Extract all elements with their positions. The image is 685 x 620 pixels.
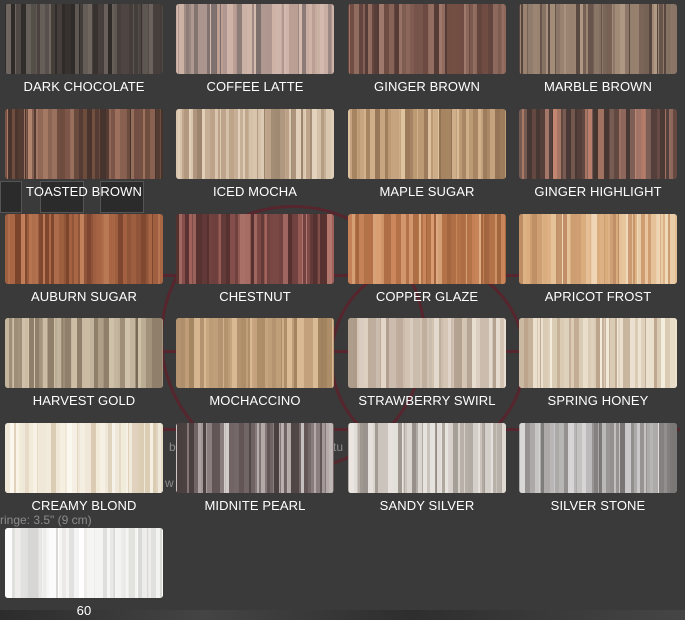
swatch-tile[interactable]: CHESTNUT — [176, 214, 334, 304]
swatch-label: 60 — [76, 603, 92, 618]
hair-strand-texture — [348, 214, 506, 284]
swatch-tile[interactable]: MOCHACCINO — [176, 318, 334, 408]
hair-strand-texture — [348, 109, 506, 179]
hair-color-swatch-image[interactable] — [348, 318, 506, 388]
swatch-label: HARVEST GOLD — [32, 393, 136, 408]
hair-color-swatch-image[interactable] — [348, 214, 506, 284]
color-swatch-page: b tu w ringe: 3.5" (9 cm) DARK CHOCOLATE… — [0, 0, 685, 620]
swatch-label: MOCHACCINO — [209, 393, 301, 408]
swatch-label: GINGER BROWN — [374, 79, 480, 94]
hair-strand-texture — [348, 423, 506, 493]
hair-strand-texture — [519, 4, 677, 74]
hair-color-swatch-image[interactable] — [519, 214, 677, 284]
hair-strand-texture — [519, 109, 677, 179]
hair-color-swatch-image[interactable] — [5, 423, 163, 493]
hair-strand-texture — [176, 4, 334, 74]
swatch-label: MARBLE BROWN — [543, 79, 653, 94]
hair-color-swatch-image[interactable] — [519, 109, 677, 179]
background-text-fragment: b — [169, 440, 176, 454]
hair-strand-texture — [176, 423, 334, 493]
swatch-tile[interactable]: CREAMY BLOND — [5, 423, 163, 513]
hair-color-swatch-image[interactable] — [348, 4, 506, 74]
swatch-label: SPRING HONEY — [547, 393, 649, 408]
swatch-label: SANDY SILVER — [379, 498, 475, 513]
hair-color-swatch-image[interactable] — [176, 318, 334, 388]
hair-strand-texture — [5, 214, 163, 284]
hair-color-swatch-image[interactable] — [176, 214, 334, 284]
swatch-label: CHESTNUT — [219, 289, 291, 304]
swatch-label: STRAWBERRY SWIRL — [358, 393, 496, 408]
swatch-tile[interactable]: MARBLE BROWN — [519, 4, 677, 94]
hair-strand-texture — [176, 214, 334, 284]
swatch-label: COFFEE LATTE — [206, 79, 304, 94]
swatch-label: AUBURN SUGAR — [31, 289, 137, 304]
hair-color-swatch-image[interactable] — [5, 318, 163, 388]
hair-color-swatch-image[interactable] — [519, 4, 677, 74]
hair-strand-texture — [5, 4, 163, 74]
swatch-tile[interactable]: AUBURN SUGAR — [5, 214, 163, 304]
swatch-label: ICED MOCHA — [212, 184, 298, 199]
hair-strand-texture — [5, 423, 163, 493]
swatch-label: COPPER GLAZE — [375, 289, 479, 304]
hair-color-swatch-image[interactable] — [519, 423, 677, 493]
swatch-tile[interactable]: GINGER HIGHLIGHT — [519, 109, 677, 199]
hair-color-swatch-image[interactable] — [176, 423, 334, 493]
hair-color-swatch-image[interactable] — [176, 109, 334, 179]
hair-strand-texture — [348, 4, 506, 74]
hair-strand-texture — [519, 214, 677, 284]
swatch-label: MIDNITE PEARL — [204, 498, 306, 513]
swatch-label: MAPLE SUGAR — [379, 184, 475, 199]
swatch-label: SILVER STONE — [550, 498, 646, 513]
hair-color-swatch-image[interactable] — [348, 423, 506, 493]
hair-color-swatch-image[interactable] — [5, 109, 163, 179]
hair-color-swatch-image[interactable] — [5, 528, 163, 598]
swatch-tile[interactable]: MAPLE SUGAR — [348, 109, 506, 199]
swatch-tile[interactable]: SILVER STONE — [519, 423, 677, 513]
hair-strand-texture — [519, 423, 677, 493]
hair-strand-texture — [5, 528, 163, 598]
hair-strand-texture — [176, 109, 334, 179]
swatch-tile[interactable]: HARVEST GOLD — [5, 318, 163, 408]
swatch-label: DARK CHOCOLATE — [23, 79, 145, 94]
swatch-label: CREAMY BLOND — [31, 498, 137, 513]
background-text-fragment: tu — [333, 440, 344, 454]
swatch-label: TOASTED BROWN — [26, 184, 142, 199]
swatch-tile[interactable]: COFFEE LATTE — [176, 4, 334, 94]
hair-strand-texture — [519, 318, 677, 388]
swatch-tile[interactable]: SPRING HONEY — [519, 318, 677, 408]
swatch-tile[interactable]: STRAWBERRY SWIRL — [348, 318, 506, 408]
background-text-fragment: w — [165, 476, 174, 490]
swatch-tile[interactable]: SANDY SILVER — [348, 423, 506, 513]
swatch-label: APRICOT FROST — [544, 289, 652, 304]
swatch-label: GINGER HIGHLIGHT — [534, 184, 662, 199]
swatch-tile[interactable]: COPPER GLAZE — [348, 214, 506, 304]
hair-color-swatch-image[interactable] — [176, 4, 334, 74]
swatch-tile[interactable]: DARK CHOCOLATE — [5, 4, 163, 94]
hair-color-swatch-image[interactable] — [5, 214, 163, 284]
hair-color-swatch-image[interactable] — [348, 109, 506, 179]
hair-strand-texture — [5, 318, 163, 388]
swatch-tile[interactable]: GINGER BROWN — [348, 4, 506, 94]
hair-color-swatch-image[interactable] — [5, 4, 163, 74]
hair-strand-texture — [348, 318, 506, 388]
swatch-tile[interactable]: TOASTED BROWN — [5, 109, 163, 199]
background-fringe-text: ringe: 3.5" (9 cm) — [0, 513, 92, 527]
swatch-tile[interactable]: 60 — [5, 528, 163, 618]
swatch-tile[interactable]: APRICOT FROST — [519, 214, 677, 304]
swatch-tile[interactable]: MIDNITE PEARL — [176, 423, 334, 513]
swatch-tile[interactable]: ICED MOCHA — [176, 109, 334, 199]
hair-strand-texture — [5, 109, 163, 179]
hair-strand-texture — [176, 318, 334, 388]
hair-color-swatch-image[interactable] — [519, 318, 677, 388]
